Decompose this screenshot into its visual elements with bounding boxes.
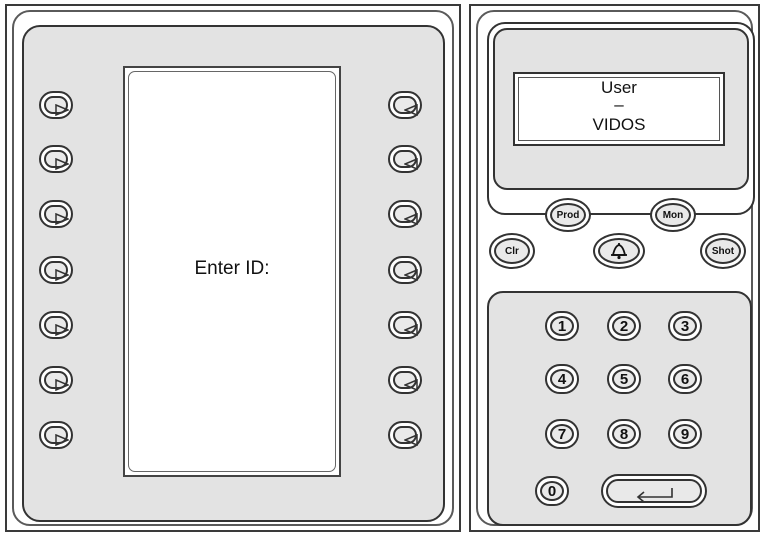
softkey-right-3[interactable] bbox=[388, 200, 422, 228]
softkey-left-1[interactable] bbox=[39, 91, 73, 119]
triangle-right-icon bbox=[55, 434, 69, 446]
shot-label: Shot bbox=[705, 238, 741, 264]
triangle-left-icon bbox=[404, 104, 418, 116]
mon-label: Mon bbox=[655, 203, 691, 227]
softkey-right-1[interactable] bbox=[388, 91, 422, 119]
key-5[interactable]: 5 bbox=[607, 364, 641, 394]
enter-arrow-icon bbox=[636, 488, 673, 503]
triangle-right-icon bbox=[55, 158, 69, 170]
bell-button[interactable] bbox=[593, 233, 645, 269]
mon-button[interactable]: Mon bbox=[650, 198, 696, 232]
softkey-right-6[interactable] bbox=[388, 366, 422, 394]
softkey-left-3[interactable] bbox=[39, 200, 73, 228]
key-4[interactable]: 4 bbox=[545, 364, 579, 394]
softkey-left-6[interactable] bbox=[39, 366, 73, 394]
triangle-right-icon bbox=[55, 213, 69, 225]
key-1[interactable]: 1 bbox=[545, 311, 579, 341]
softkey-left-5[interactable] bbox=[39, 311, 73, 339]
softkey-right-7[interactable] bbox=[388, 421, 422, 449]
softkey-right-2[interactable] bbox=[388, 145, 422, 173]
triangle-right-icon bbox=[55, 104, 69, 116]
triangle-left-icon bbox=[404, 434, 418, 446]
prod-button[interactable]: Prod bbox=[545, 198, 591, 232]
triangle-left-icon bbox=[404, 158, 418, 170]
softkey-left-4[interactable] bbox=[39, 256, 73, 284]
key-2[interactable]: 2 bbox=[607, 311, 641, 341]
softkey-right-4[interactable] bbox=[388, 256, 422, 284]
screen-prompt: Enter ID: bbox=[194, 258, 270, 279]
lcd-line-vidos: VIDOS bbox=[592, 115, 646, 134]
clr-label: Clr bbox=[494, 238, 530, 264]
triangle-right-icon bbox=[55, 269, 69, 281]
key-3[interactable]: 3 bbox=[668, 311, 702, 341]
triangle-left-icon bbox=[404, 213, 418, 225]
shot-button[interactable]: Shot bbox=[700, 233, 746, 269]
triangle-right-icon bbox=[55, 379, 69, 391]
enter-button[interactable] bbox=[601, 474, 707, 508]
key-6[interactable]: 6 bbox=[668, 364, 702, 394]
clr-button[interactable]: Clr bbox=[489, 233, 535, 269]
key-9[interactable]: 9 bbox=[668, 419, 702, 449]
key-7[interactable]: 7 bbox=[545, 419, 579, 449]
triangle-left-icon bbox=[404, 379, 418, 391]
triangle-left-icon bbox=[404, 324, 418, 336]
bell-icon bbox=[611, 243, 627, 260]
key-8[interactable]: 8 bbox=[607, 419, 641, 449]
triangle-left-icon bbox=[404, 269, 418, 281]
softkey-left-2[interactable] bbox=[39, 145, 73, 173]
softkey-left-7[interactable] bbox=[39, 421, 73, 449]
lcd-line-dash: – bbox=[614, 95, 624, 114]
prod-label: Prod bbox=[550, 203, 586, 227]
softkey-right-5[interactable] bbox=[388, 311, 422, 339]
triangle-right-icon bbox=[55, 324, 69, 336]
key-0[interactable]: 0 bbox=[535, 476, 569, 506]
